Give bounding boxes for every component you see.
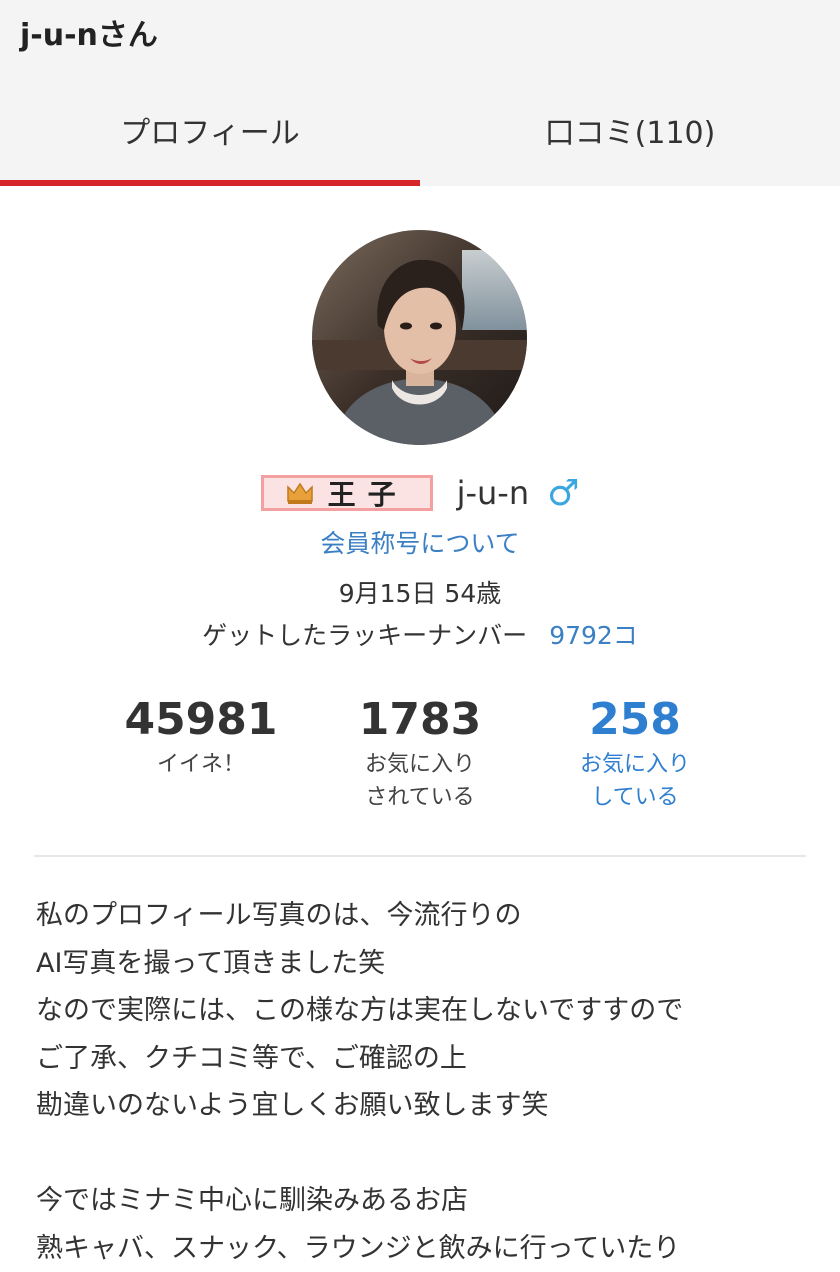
divider (34, 855, 806, 857)
profile-bio: 私のプロフィール写真のは、今流行りの AI写真を撮って頂きました笑 なので実際に… (36, 892, 816, 1272)
avatar[interactable] (312, 230, 527, 445)
bio-line: 私のプロフィール写真のは、今流行りの (36, 892, 816, 940)
stat-favoriting[interactable]: 258 お気に入り している (525, 692, 745, 814)
lucky-number-label: ゲットしたラッキーナンバー (202, 616, 527, 656)
rank-badge: 王子 (261, 475, 433, 511)
bio-line: 今ではミナミ中心に馴染みあるお店 (36, 1177, 816, 1225)
stat-likes: 45981 イイネ！ (91, 692, 311, 781)
member-title-link[interactable]: 会員称号について (0, 524, 840, 564)
stat-favorited-by: 1783 お気に入り されている (310, 692, 530, 814)
tab-profile[interactable]: プロフィール (0, 90, 420, 186)
lucky-number-value[interactable]: 9792コ (549, 616, 638, 656)
tab-reviews[interactable]: 口コミ(110) (420, 90, 840, 186)
bio-line: AI写真を撮って頂きました笑 (36, 940, 816, 988)
name-row: 王子 j-u-n ♂ (0, 466, 840, 520)
stat-label[interactable]: お気に入り している (525, 748, 745, 814)
header: j-u-nさん プロフィール 口コミ(110) (0, 0, 840, 186)
stat-value: 45981 (91, 692, 311, 748)
tab-bar: プロフィール 口コミ(110) (0, 90, 840, 186)
crown-icon (286, 481, 314, 505)
stat-label: お気に入り されている (310, 748, 530, 814)
male-icon: ♂ (547, 473, 579, 514)
stat-value: 1783 (310, 692, 530, 748)
bio-line: 熟キャバ、スナック、ラウンジと飲みに行っていたり (36, 1225, 816, 1272)
user-name: j-u-n (457, 474, 530, 512)
bio-line: 勘違いのないよう宜しくお願い致します笑 (36, 1082, 816, 1130)
profile-photo (312, 230, 527, 445)
rank-title: 王子 (328, 473, 408, 513)
lucky-number-row: ゲットしたラッキーナンバー 9792コ (0, 616, 840, 656)
bio-line: なので実際には、この様な方は実在しないですすので (36, 987, 816, 1035)
bio-line (36, 1130, 816, 1178)
stat-label: イイネ！ (91, 748, 311, 781)
page-title: j-u-nさん (20, 16, 158, 56)
stat-value[interactable]: 258 (525, 692, 745, 748)
bio-line: ご了承、クチコミ等で、ご確認の上 (36, 1035, 816, 1083)
birthday-age: 9月15日 54歳 (0, 574, 840, 614)
